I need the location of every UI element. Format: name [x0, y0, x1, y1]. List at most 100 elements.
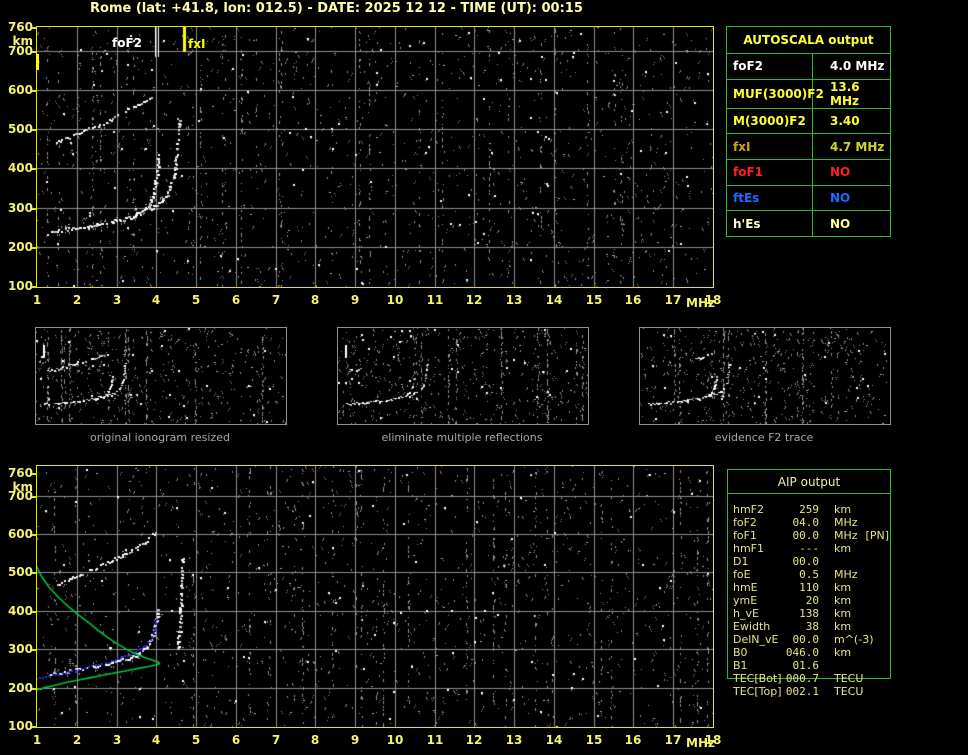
thumbnail-canvas-evidence: [640, 328, 890, 424]
autoscala-param-value: NO: [830, 165, 851, 180]
aip-param-label: B0: [733, 646, 748, 659]
aip-row-hmF1: hmF1 --- km: [733, 542, 890, 555]
x-tick-label: 7: [271, 293, 281, 307]
x-tick-label: 1: [32, 293, 42, 307]
autoscala-table-title: AUTOSCALA output: [743, 33, 874, 47]
y-tick-label: 100: [7, 719, 33, 733]
x-tick-label: 6: [231, 733, 241, 747]
x-tick-label: 8: [310, 293, 320, 307]
autoscala-param-label: foF2: [727, 54, 813, 79]
thumbnail-canvas-original: [36, 328, 286, 424]
aip-param-label: foE: [733, 568, 751, 581]
aip-param-value: 00.0: [792, 555, 820, 568]
edge-artifact: [36, 54, 39, 70]
aip-param-unit: km: [834, 620, 852, 633]
y-tick-mark: [32, 726, 36, 728]
autoscala-param-value: 3.40: [830, 114, 860, 128]
autoscala-param-label: fxI: [727, 134, 813, 160]
aip-param-unit: km: [834, 581, 852, 594]
aip-row-TEC[Top]: TEC[Top] 002.1 TECU: [733, 685, 890, 698]
aip-row-TEC[Bot]: TEC[Bot] 000.7 TECU: [733, 672, 890, 685]
aip-param-value: 38: [805, 620, 819, 633]
x-tick-label: 3: [112, 293, 122, 307]
fof2-marker-label: foF2: [112, 36, 143, 50]
autoscala-row-foF2: foF2 4.0 MHz: [727, 53, 890, 79]
x-tick-label: 16: [624, 293, 642, 307]
aip-param-value: 0.5: [799, 568, 819, 581]
y-tick-mark: [32, 611, 36, 613]
x-tick-label: 14: [545, 733, 563, 747]
autoscala-table-rows: foF2 4.0 MHz MUF(3000)F2 13.6 MHz M(3000)F2 3…: [727, 53, 890, 237]
thumbnail-caption-reflections: eliminate multiple reflections: [381, 431, 543, 444]
x-tick-label: 10: [386, 733, 404, 747]
y-tick-label: 600: [7, 83, 33, 97]
aip-row-B1: B1 01.6: [733, 659, 890, 672]
x-tick-label: 15: [585, 293, 603, 307]
x-tick-label: 6: [231, 293, 241, 307]
y-tick-label: 200: [7, 240, 33, 254]
aip-param-value: 04.0: [792, 516, 820, 529]
x-axis-unit-label: MHz: [686, 296, 715, 310]
y-tick-label: 500: [7, 565, 33, 579]
y-tick-mark: [32, 129, 36, 131]
x-tick-label: 12: [465, 733, 483, 747]
autoscala-param-value: 4.7 MHz: [830, 139, 885, 154]
aip-row-D1: D1 00.0: [733, 555, 890, 568]
aip-param-value: 002.1: [785, 685, 819, 698]
x-tick-label: 12: [465, 293, 483, 307]
aip-param-label: foF1: [733, 529, 757, 542]
y-tick-mark: [32, 688, 36, 690]
aip-param-label: foF2: [733, 516, 757, 529]
aip-row-Ewidth: Ewidth 38 km: [733, 620, 890, 633]
x-tick-label: 4: [151, 733, 161, 747]
x-tick-label: 14: [545, 293, 563, 307]
autoscala-screen: Rome (lat: +41.8, lon: 012.5) - DATE: 20…: [0, 0, 968, 755]
autoscala-row-MUF(3000)F2: MUF(3000)F2 13.6 MHz: [727, 78, 890, 108]
x-tick-label: 11: [426, 293, 444, 307]
aip-param-note: [PN]: [865, 529, 889, 542]
autoscala-row-M(3000)F2: M(3000)F2 3.40: [727, 107, 890, 134]
aip-param-unit: km: [834, 503, 852, 516]
y-tick-label: 600: [7, 527, 33, 541]
y-tick-label: 400: [7, 161, 33, 175]
aip-param-value: 20: [805, 594, 819, 607]
aip-param-value: ---: [799, 542, 819, 555]
aip-param-value: 01.6: [792, 659, 820, 672]
aip-param-unit: TECU: [834, 685, 864, 698]
y-tick-label: 300: [7, 642, 33, 656]
x-tick-label: 13: [505, 733, 523, 747]
aip-param-label: Ewidth: [733, 620, 771, 633]
x-tick-label: 1: [32, 733, 42, 747]
aip-param-label: DelN_vE: [733, 633, 779, 646]
aip-row-hmE: hmE 110 km: [733, 581, 890, 594]
y-tick-mark: [32, 286, 36, 288]
autoscala-row-foF1: foF1 NO: [727, 159, 890, 185]
autoscala-row-h'Es: h'Es NO: [727, 210, 890, 237]
aip-row-foF1: foF1 00.0 MHz [PN]: [733, 529, 890, 542]
aip-param-unit: m^(-3): [834, 633, 874, 646]
ionogram-canvas-bottom: [37, 466, 713, 727]
y-tick-label: 760: [7, 466, 33, 480]
y-tick-mark: [32, 208, 36, 210]
aip-row-ymE: ymE 20 km: [733, 594, 890, 607]
thumbnail-eliminate-reflections: [337, 327, 589, 425]
thumbnail-caption-evidence: evidence F2 trace: [714, 431, 814, 444]
aip-param-unit: km: [834, 542, 852, 555]
y-tick-mark: [32, 572, 36, 574]
autoscala-row-fxI: fxI 4.7 MHz: [727, 133, 890, 160]
aip-row-DelN_vE: DelN_vE 00.0 m^(-3): [733, 633, 890, 646]
y-tick-mark: [32, 27, 36, 29]
autoscala-param-value: 13.6 MHz: [830, 79, 860, 108]
x-tick-label: 15: [585, 733, 603, 747]
aip-param-unit: MHz: [834, 529, 858, 542]
autoscala-param-value: NO: [830, 216, 851, 231]
y-tick-mark: [32, 534, 36, 536]
page-title: Rome (lat: +41.8, lon: 012.5) - DATE: 20…: [90, 1, 583, 16]
x-tick-label: 13: [505, 293, 523, 307]
autoscala-output-table: AUTOSCALA output foF2 4.0 MHz MUF(3000)F2 1…: [726, 26, 891, 237]
aip-param-label: TEC[Top]: [733, 685, 782, 698]
aip-param-label: hmF1: [733, 542, 765, 555]
x-tick-label: 4: [151, 293, 161, 307]
aip-param-unit: km: [834, 646, 852, 659]
autoscala-param-label: ftEs: [727, 185, 813, 211]
